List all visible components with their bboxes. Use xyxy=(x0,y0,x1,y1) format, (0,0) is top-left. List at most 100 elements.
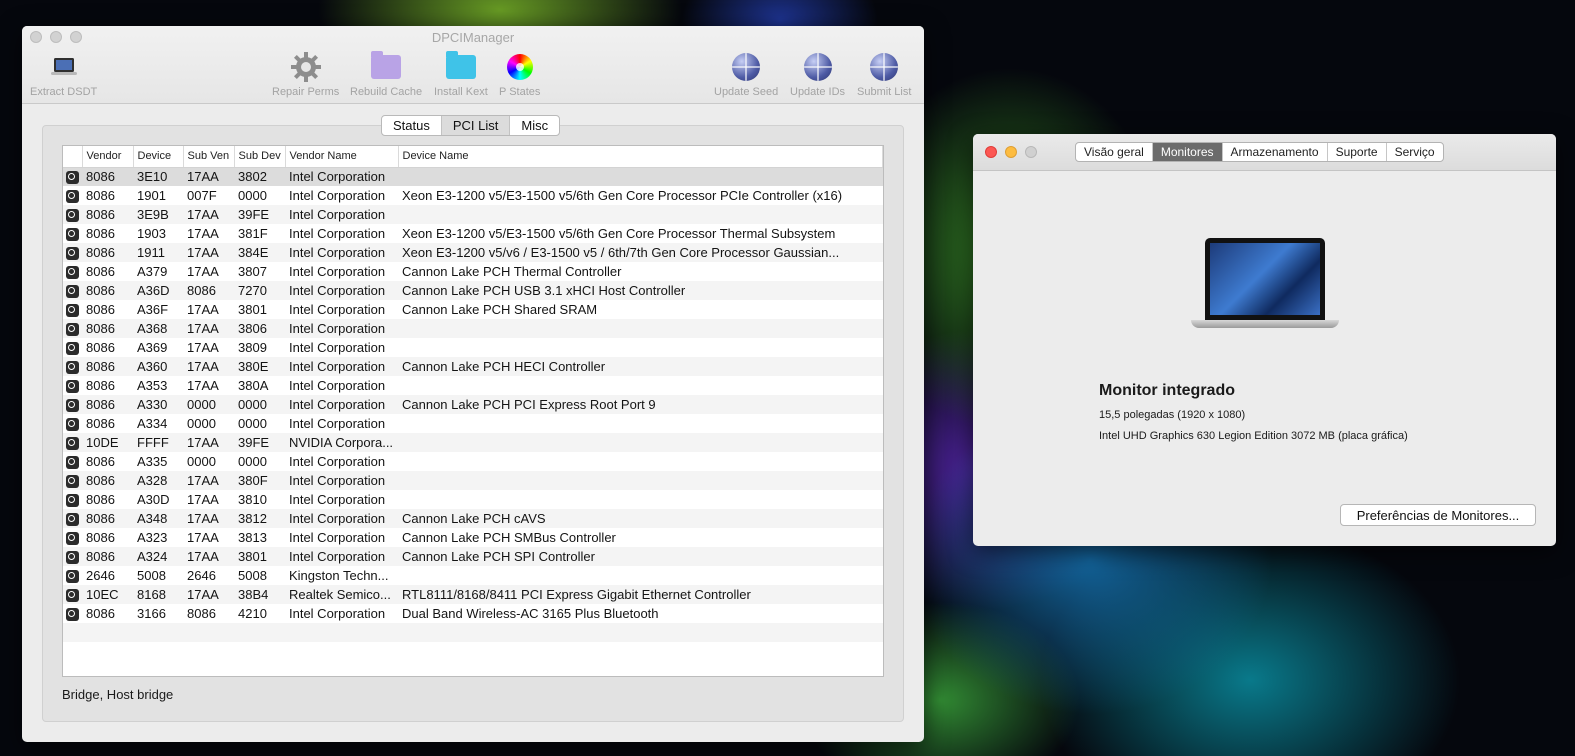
table-row[interactable]: 10EC 8168 17AA 38B4 Realtek Semico... RTL8111… xyxy=(63,585,883,604)
sub-ven-cell: 17AA xyxy=(183,167,234,186)
pci-device-table[interactable]: Vendor Device Sub Ven Sub Dev Vendor Nam… xyxy=(62,145,884,677)
close-button[interactable] xyxy=(985,146,997,158)
magnifier-icon[interactable] xyxy=(66,228,79,242)
extract-dsdt-button[interactable]: Extract DSDT xyxy=(30,50,97,98)
table-row[interactable]: 8086 A369 17AA 3809 Intel Corporation xyxy=(63,338,883,357)
table-row[interactable]: 8086 A36D 8086 7270 Intel Corporation Cannon … xyxy=(63,281,883,300)
table-row[interactable]: 8086 A328 17AA 380F Intel Corporation xyxy=(63,471,883,490)
repair-perms-button[interactable]: Repair Perms xyxy=(272,50,339,98)
column-header-device-name[interactable]: Device Name xyxy=(398,146,883,168)
table-row[interactable]: 8086 A368 17AA 3806 Intel Corporation xyxy=(63,319,883,338)
table-row[interactable]: 8086 A30D 17AA 3810 Intel Corporation xyxy=(63,490,883,509)
rebuild-cache-button[interactable]: Rebuild Cache xyxy=(350,50,422,98)
tab-monitores[interactable]: Monitores xyxy=(1152,143,1223,161)
table-row[interactable]: 8086 A379 17AA 3807 Intel Corporation Cannon … xyxy=(63,262,883,281)
table-row[interactable]: 8086 A324 17AA 3801 Intel Corporation Cannon … xyxy=(63,547,883,566)
magnifier-icon[interactable] xyxy=(66,513,79,527)
empty-cell xyxy=(82,623,133,642)
display-preferences-button[interactable]: Preferências de Monitores... xyxy=(1340,504,1536,526)
about-this-mac-window: Visão geral Monitores Armazenamento Supo… xyxy=(973,134,1556,546)
column-header-sub-ven[interactable]: Sub Ven xyxy=(183,146,235,168)
magnifier-icon[interactable] xyxy=(66,380,79,394)
install-kext-button[interactable]: Install Kext xyxy=(434,50,488,98)
device-name-cell: Cannon Lake PCH Shared SRAM xyxy=(402,302,598,317)
tab-suporte[interactable]: Suporte xyxy=(1328,143,1387,161)
sub-dev-cell: 4210 xyxy=(238,606,267,621)
sub-dev-cell: 38B4 xyxy=(234,585,285,604)
row-icon-cell xyxy=(63,281,82,300)
sub-dev-cell: 381F xyxy=(238,226,268,241)
submit-list-button[interactable]: Submit List xyxy=(857,50,911,98)
table-row[interactable]: 8086 A348 17AA 3812 Intel Corporation Cannon … xyxy=(63,509,883,528)
magnifier-icon[interactable] xyxy=(66,171,79,185)
column-header-sub-dev[interactable]: Sub Dev xyxy=(234,146,286,168)
table-row[interactable]: 2646 5008 2646 5008 Kingston Techn... xyxy=(63,566,883,585)
empty-cell xyxy=(183,623,234,642)
device-cell: A330 xyxy=(133,395,183,414)
magnifier-icon[interactable] xyxy=(66,247,79,261)
magnifier-icon[interactable] xyxy=(66,532,79,546)
device-name-cell: Xeon E3-1200 v5/v6 / E3-1500 v5 / 6th/7t… xyxy=(398,243,883,262)
table-row[interactable]: 8086 3E9B 17AA 39FE Intel Corporation xyxy=(63,205,883,224)
vendor-cell: 8086 xyxy=(82,167,133,186)
sub-ven-cell: 17AA xyxy=(183,471,234,490)
magnifier-icon[interactable] xyxy=(66,285,79,299)
table-row[interactable]: 8086 1903 17AA 381F Intel Corporation Xeon E3… xyxy=(63,224,883,243)
magnifier-icon[interactable] xyxy=(66,589,79,603)
device-name-cell xyxy=(398,452,883,471)
magnifier-icon[interactable] xyxy=(66,190,79,204)
vendor-cell: 8086 xyxy=(82,319,133,338)
magnifier-icon[interactable] xyxy=(66,494,79,508)
tab-status[interactable]: Status xyxy=(382,116,442,135)
column-header-vendor[interactable]: Vendor xyxy=(82,146,134,168)
device-cell: A368 xyxy=(133,319,183,338)
magnifier-icon[interactable] xyxy=(66,266,79,280)
p-states-button[interactable]: P States xyxy=(499,50,540,98)
table-row[interactable]: 8086 1901 007F 0000 Intel Corporation Xeon E3… xyxy=(63,186,883,205)
magnifier-icon[interactable] xyxy=(66,456,79,470)
tab-armazenamento[interactable]: Armazenamento xyxy=(1223,143,1328,161)
vendor-cell: 8086 xyxy=(82,395,133,414)
tab-servico[interactable]: Serviço xyxy=(1387,143,1443,161)
tab-misc[interactable]: Misc xyxy=(510,116,559,135)
magnifier-icon[interactable] xyxy=(66,475,79,489)
sub-ven-cell: 17AA xyxy=(187,492,219,507)
column-header-icon[interactable] xyxy=(63,146,83,168)
magnifier-icon[interactable] xyxy=(66,323,79,337)
table-row[interactable]: 8086 3166 8086 4210 Intel Corporation Dual Ba… xyxy=(63,604,883,623)
table-row[interactable]: 8086 A360 17AA 380E Intel Corporation Cannon … xyxy=(63,357,883,376)
table-row[interactable]: 10DE FFFF 17AA 39FE NVIDIA Corpora... xyxy=(63,433,883,452)
table-row[interactable]: 8086 A330 0000 0000 Intel Corporation Cannon … xyxy=(63,395,883,414)
minimize-button[interactable] xyxy=(1005,146,1017,158)
update-seed-button[interactable]: Update Seed xyxy=(714,50,778,98)
table-row[interactable]: 8086 1911 17AA 384E Intel Corporation Xeon E3… xyxy=(63,243,883,262)
column-header-device[interactable]: Device xyxy=(133,146,184,168)
device-name-cell xyxy=(398,376,883,395)
rebuild-cache-label: Rebuild Cache xyxy=(350,86,423,98)
table-row[interactable]: 8086 A335 0000 0000 Intel Corporation xyxy=(63,452,883,471)
magnifier-icon[interactable] xyxy=(66,418,79,432)
magnifier-icon[interactable] xyxy=(66,570,79,584)
magnifier-icon[interactable] xyxy=(66,361,79,375)
table-row[interactable]: 8086 A353 17AA 380A Intel Corporation xyxy=(63,376,883,395)
magnifier-icon[interactable] xyxy=(66,304,79,318)
folder-kext-icon xyxy=(444,50,478,84)
magnifier-icon[interactable] xyxy=(66,551,79,565)
table-row[interactable]: 8086 3E10 17AA 3802 Intel Corporation xyxy=(63,167,883,186)
table-row[interactable]: 8086 A323 17AA 3813 Intel Corporation Cannon … xyxy=(63,528,883,547)
table-row[interactable]: 8086 A36F 17AA 3801 Intel Corporation Cannon … xyxy=(63,300,883,319)
tab-pci-list[interactable]: PCI List xyxy=(441,116,511,135)
magnifier-icon[interactable] xyxy=(66,209,79,223)
column-header-vendor-name[interactable]: Vendor Name xyxy=(285,146,399,168)
row-icon-cell xyxy=(63,452,82,471)
magnifier-icon[interactable] xyxy=(66,399,79,413)
magnifier-icon[interactable] xyxy=(66,608,79,622)
update-ids-button[interactable]: Update IDs xyxy=(790,50,845,98)
tab-visao-geral[interactable]: Visão geral xyxy=(1076,143,1153,161)
row-icon-cell xyxy=(63,319,82,338)
magnifier-icon[interactable] xyxy=(66,342,79,356)
vendor-name-cell: Intel Corporation xyxy=(285,395,398,414)
table-row[interactable]: 8086 A334 0000 0000 Intel Corporation xyxy=(63,414,883,433)
magnifier-icon[interactable] xyxy=(66,437,79,451)
zoom-button[interactable] xyxy=(1025,146,1037,158)
